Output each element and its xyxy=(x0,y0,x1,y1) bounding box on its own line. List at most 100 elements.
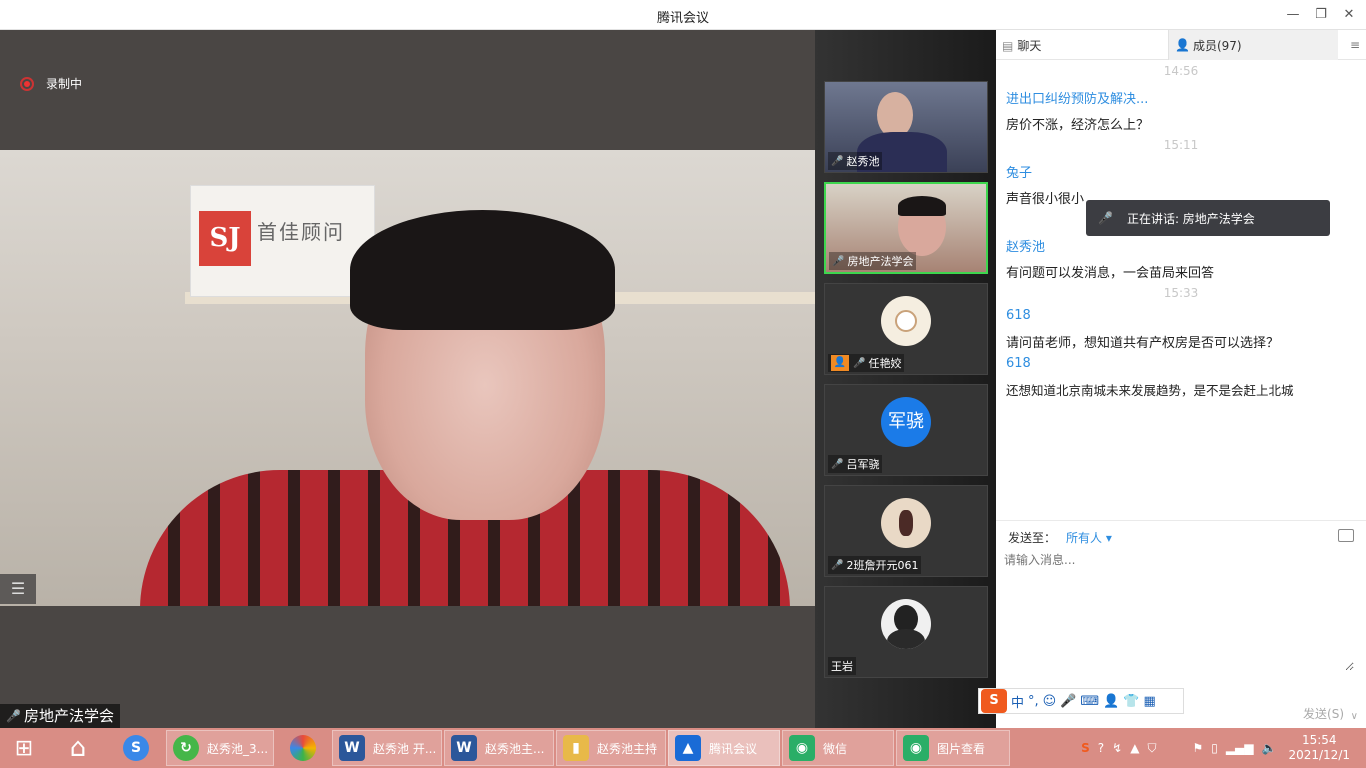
word-icon: W xyxy=(339,735,365,761)
send-button[interactable]: 发送(S) xyxy=(1303,705,1344,722)
participant-tile[interactable]: 🎤 赵秀池 xyxy=(824,81,988,173)
taskbar-app[interactable]: ▮ 赵秀池主持 xyxy=(556,730,666,766)
start-button[interactable]: ⊞ xyxy=(0,730,48,766)
chat-panel: ▤ 聊天 👤 成员(97) ≡ 14:56 进出口纠纷预防及解决... 房价不涨… xyxy=(996,30,1366,728)
participant-tile[interactable]: 🎤 2班詹开元061 xyxy=(824,485,988,577)
ime-toolbar: S 中 °, ☺ 🎤 ⌨ 👤 👕 ▦ xyxy=(978,688,1184,714)
help-icon[interactable]: ? xyxy=(1098,741,1104,756)
taskbar-app[interactable]: ▲ 腾讯会议 xyxy=(668,730,780,766)
ime-mode[interactable]: 中 xyxy=(1011,692,1024,711)
chat-tabs: ▤ 聊天 👤 成员(97) ≡ xyxy=(996,30,1366,60)
message-text: 声音很小很小 xyxy=(1006,192,1085,207)
speaker-video: SJ 首佳顾问 xyxy=(0,150,815,606)
skin-icon[interactable]: 👕 xyxy=(1123,694,1139,709)
participant-tile[interactable]: 王岩 xyxy=(824,586,988,678)
tab-chat[interactable]: ▤ 聊天 xyxy=(1002,37,1041,54)
tab-members[interactable]: 👤 成员(97) xyxy=(1168,30,1338,60)
taskbar-app[interactable]: ◉ 图片查看 xyxy=(896,730,1010,766)
participant-avatar xyxy=(881,498,931,548)
voice-icon[interactable]: 🎤 xyxy=(1060,694,1076,709)
volume-icon[interactable]: 🔈 xyxy=(1262,741,1277,756)
participant-name-label: 🎤 赵秀池 xyxy=(828,152,883,170)
user-icon[interactable]: 👤 xyxy=(1103,694,1119,709)
participant-name-label: 🎤 吕军骁 xyxy=(828,455,883,473)
image-icon[interactable] xyxy=(1338,529,1354,542)
signal-icon[interactable]: ▂▄▆ xyxy=(1226,741,1254,756)
wechat-icon: ◉ xyxy=(903,735,929,761)
participant-tile[interactable]: 👤 🎤 任艳姣 xyxy=(824,283,988,375)
emoji-icon[interactable]: ☺ xyxy=(1043,694,1057,709)
user-icon: 👤 xyxy=(831,355,849,371)
send-to-label: 发送至： xyxy=(1008,531,1057,545)
message-sender[interactable]: 兔子 xyxy=(1006,162,1032,181)
message-text: 房价不涨，经济怎么上？ xyxy=(1006,118,1150,133)
list-toggle-button[interactable]: ☰ xyxy=(0,574,36,604)
participant-tile[interactable]: 军骁 🎤 吕军骁 xyxy=(824,384,988,476)
chat-icon: ▤ xyxy=(1002,38,1014,53)
keyboard-icon[interactable]: ⌨ xyxy=(1080,694,1099,709)
update-icon[interactable]: ↯ xyxy=(1112,741,1122,756)
message-time: 15:33 xyxy=(1163,286,1199,300)
mic-icon: 🎤 xyxy=(831,155,844,167)
participant-strip: 🎤 赵秀池 🎤 房地产法学会 👤 🎤 任艳姣 军骁 🎤 吕军骁 🎤 2班詹开元061 王岩 xyxy=(815,30,996,728)
message-sender[interactable]: 618 xyxy=(1006,308,1031,323)
active-speaker-label: 🎤 房地产法学会 xyxy=(0,704,120,728)
word-icon: W xyxy=(451,735,477,761)
message-sender[interactable]: 618 xyxy=(1006,356,1031,371)
taskbar: ⊞ ⌂ S ↻ 赵秀池_3... W 赵秀池 开... W 赵秀池主... ▮ … xyxy=(0,728,1366,768)
participant-name-label: 🎤 2班詹开元061 xyxy=(828,556,922,574)
members-icon: 👤 xyxy=(1175,38,1190,52)
close-button[interactable]: ✕ xyxy=(1338,4,1360,26)
taskbar-app[interactable]: ↻ 赵秀池_3... xyxy=(166,730,274,766)
message-sender[interactable]: 赵秀池 xyxy=(1006,236,1045,255)
wechat-icon: ◉ xyxy=(789,735,815,761)
message-list: 14:56 进出口纠纷预防及解决... 房价不涨，经济怎么上？ 15:11 兔子… xyxy=(996,60,1366,520)
menu-icon[interactable]: ≡ xyxy=(1350,38,1360,52)
flag-icon[interactable]: ⚑ xyxy=(1192,741,1203,756)
restore-button[interactable]: ❐ xyxy=(1310,4,1332,26)
send-to-dropdown[interactable]: 所有人 ▾ xyxy=(1066,529,1112,546)
clock[interactable]: 15:54 2021/12/1 xyxy=(1288,733,1350,763)
participant-name-label: 👤 🎤 任艳姣 xyxy=(828,354,905,372)
message-time: 14:56 xyxy=(1163,64,1199,78)
clock-date: 2021/12/1 xyxy=(1288,748,1350,762)
record-icon xyxy=(20,76,34,91)
active-speaker-name: 房地产法学会 xyxy=(23,707,114,725)
participant-tile[interactable]: 🎤 房地产法学会 xyxy=(824,182,988,274)
ime-punct[interactable]: °, xyxy=(1028,694,1039,709)
browser-icon[interactable]: S xyxy=(108,730,164,766)
sogou-tray-icon[interactable]: S xyxy=(1081,741,1090,756)
speaking-banner: 🎤 正在讲话: 房地产法学会 xyxy=(1086,200,1330,236)
chat-input[interactable] xyxy=(1004,551,1354,671)
taskbar-app[interactable] xyxy=(276,730,330,766)
message-text: 有问题可以发消息，一会苗局来回答 xyxy=(1006,266,1215,281)
mic-muted-icon: 🎤 xyxy=(831,458,844,470)
grid-icon[interactable]: ▦ xyxy=(1144,694,1156,709)
participant-hair xyxy=(898,196,946,216)
window-title: 腾讯会议 xyxy=(656,11,709,26)
participant-avatar xyxy=(881,296,931,346)
security-icon[interactable]: ⛉ xyxy=(1147,741,1156,756)
title-bar: 腾讯会议 — ❐ ✕ xyxy=(0,0,1366,30)
sogou-icon[interactable]: S xyxy=(981,689,1007,713)
message-sender[interactable]: 进出口纠纷预防及解决... xyxy=(1006,88,1148,107)
taskbar-app[interactable]: W 赵秀池 开... xyxy=(332,730,442,766)
taskbar-app[interactable]: W 赵秀池主... xyxy=(444,730,554,766)
minimize-button[interactable]: — xyxy=(1282,4,1304,26)
mic-icon: 🎤 xyxy=(1098,211,1113,225)
mic-muted-icon: 🎤 xyxy=(853,357,866,369)
participant-name-label: 王岩 xyxy=(828,657,856,675)
home-icon[interactable]: ⌂ xyxy=(50,730,106,766)
taskbar-app[interactable]: ◉ 微信 xyxy=(782,730,894,766)
system-tray: S ? ↯ ▲ ⛉ ⚑ ▯ ▂▄▆ 🔈 15:54 2021/12/1 xyxy=(1081,728,1366,768)
message-text: 还想知道北京南城未来发展趋势，是不是会赶上北城 xyxy=(1006,383,1294,398)
chevron-down-icon[interactable]: ∨ xyxy=(1351,711,1358,722)
device-icon[interactable]: ▯ xyxy=(1211,741,1218,756)
recording-indicator: 录制中 xyxy=(20,75,82,92)
message-text: 请问苗老师，想知道共有产权房是否可以选择？ xyxy=(1006,336,1280,351)
picture-icon xyxy=(290,735,316,761)
sign-text: 首佳顾问 xyxy=(257,220,345,244)
windows-icon: ⊞ xyxy=(14,735,34,761)
recording-label: 录制中 xyxy=(46,77,83,91)
meeting-tray-icon[interactable]: ▲ xyxy=(1130,741,1139,756)
